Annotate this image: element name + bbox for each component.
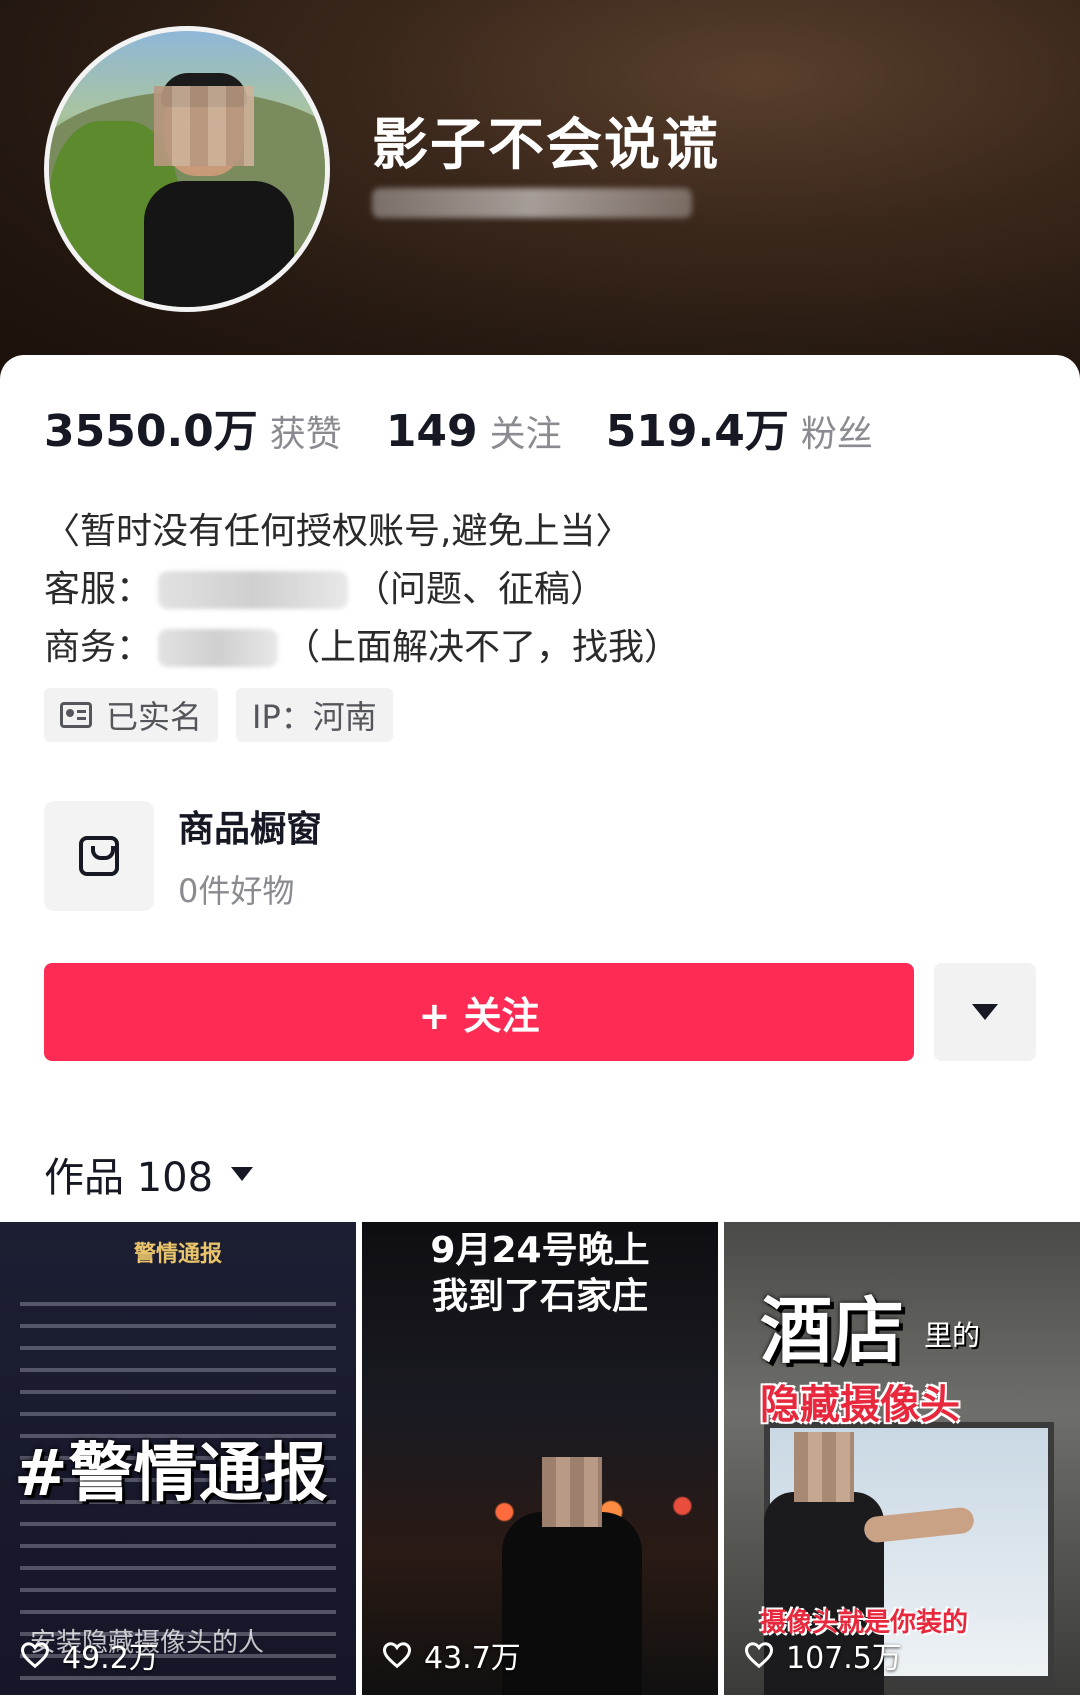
overlay-line: 我到了石家庄	[431, 1276, 648, 1317]
shop-text: 商品橱窗 0件好物	[178, 800, 322, 912]
avatar-face-mosaic	[154, 86, 254, 166]
username: 影子不会说谎	[372, 113, 720, 178]
like-count-text: 107.5万	[786, 1641, 902, 1676]
stat-followers-value: 519.4万	[605, 406, 789, 457]
shop-window-entry[interactable]: 商品橱窗 0件好物	[44, 800, 322, 912]
shop-title: 商品橱窗	[178, 809, 323, 850]
video-thumbnail[interactable]: 9月24号晚上 我到了石家庄 43.7万	[362, 1222, 718, 1695]
stat-following-value: 149	[385, 406, 478, 457]
face-mosaic	[794, 1432, 854, 1502]
works-label: 作品 108	[44, 1155, 214, 1201]
bio-line: 〈暂时没有任何授权账号,避免上当〉	[44, 503, 680, 561]
video-like-count: 107.5万	[744, 1633, 902, 1677]
video-overlay-text: 隐藏摄像头	[760, 1382, 960, 1428]
stat-followers[interactable]: 519.4万 粉丝	[606, 395, 873, 459]
verified-label: 已实名	[106, 698, 203, 736]
bio-notice: 〈暂时没有任何授权账号,避免上当〉	[44, 511, 632, 552]
stat-following[interactable]: 149 关注	[386, 405, 562, 457]
video-grid: 警情通报 #警情通报 安装隐藏摄像头的人 49.2万 9月24号晚上 我到了石家…	[0, 1222, 1080, 1695]
shopping-bag-icon	[44, 801, 154, 911]
caret-down-icon	[231, 1167, 254, 1181]
stat-likes-value: 3550.0万	[44, 406, 258, 457]
works-tab[interactable]: 作品 108	[44, 1145, 254, 1203]
video-overlay-text: 酒店	[760, 1289, 905, 1373]
video-header-text: 警情通报	[133, 1242, 222, 1267]
video-thumbnail[interactable]: 警情通报 #警情通报 安装隐藏摄像头的人 49.2万	[0, 1222, 356, 1695]
video-overlay-text: 里的	[924, 1319, 981, 1352]
bio-business-label: 商务：	[44, 627, 153, 668]
profile-cover: 影子不会说谎	[0, 0, 1080, 380]
follow-button[interactable]: + 关注	[44, 963, 914, 1061]
heart-icon	[382, 1642, 412, 1669]
verified-tag[interactable]: 已实名	[44, 688, 219, 742]
bio-service-note: （问题、征稿）	[354, 569, 607, 610]
heart-icon	[744, 1642, 774, 1669]
bio-business-note: （上面解决不了，找我）	[284, 627, 681, 668]
profile-tags: 已实名 IP：河南	[44, 688, 411, 742]
id-card-icon	[60, 702, 92, 728]
like-count-text: 43.7万	[424, 1641, 521, 1676]
bio-line: 客服： （问题、征稿）	[44, 561, 680, 619]
bio-line: 商务： （上面解决不了，找我）	[44, 619, 680, 677]
video-like-count: 49.2万	[20, 1633, 159, 1677]
service-contact-blurred	[158, 571, 349, 609]
video-overlay-text: 9月24号晚上 我到了石家庄	[362, 1228, 718, 1320]
ip-location-label: IP：河南	[252, 698, 377, 736]
more-options-button[interactable]	[934, 963, 1036, 1061]
account-id-blurred[interactable]	[372, 188, 692, 218]
overlay-line: 9月24号晚上	[430, 1230, 650, 1271]
video-thumbnail[interactable]: 酒店 里的 隐藏摄像头 摄像头就是你装的 107.5万	[724, 1222, 1080, 1695]
stat-likes-label: 获赞	[269, 414, 342, 455]
video-overlay-text: #警情通报	[14, 1437, 329, 1511]
person-silhouette	[502, 1512, 642, 1695]
stat-followers-label: 粉丝	[800, 414, 873, 455]
bio: 〈暂时没有任何授权账号,避免上当〉 客服： （问题、征稿） 商务： （上面解决不…	[44, 503, 680, 677]
shop-subtitle: 0件好物	[178, 872, 295, 910]
stats-row: 3550.0万 获赞 149 关注 519.4万 粉丝	[44, 395, 917, 459]
profile-card: 3550.0万 获赞 149 关注 519.4万 粉丝 〈暂时没有任何授权账号,…	[0, 355, 1080, 1695]
avatar[interactable]	[44, 26, 330, 312]
stat-likes[interactable]: 3550.0万 获赞	[44, 395, 342, 459]
video-like-count: 43.7万	[382, 1633, 521, 1677]
face-mosaic	[542, 1457, 602, 1527]
caret-down-icon	[972, 1004, 998, 1020]
bag-shape	[79, 836, 119, 876]
bio-service-label: 客服：	[44, 569, 153, 610]
like-count-text: 49.2万	[62, 1641, 159, 1676]
heart-icon	[20, 1642, 50, 1669]
stat-following-label: 关注	[489, 414, 562, 455]
avatar-body	[144, 181, 294, 307]
business-contact-blurred	[158, 629, 279, 667]
ip-location-tag: IP：河南	[236, 688, 393, 742]
